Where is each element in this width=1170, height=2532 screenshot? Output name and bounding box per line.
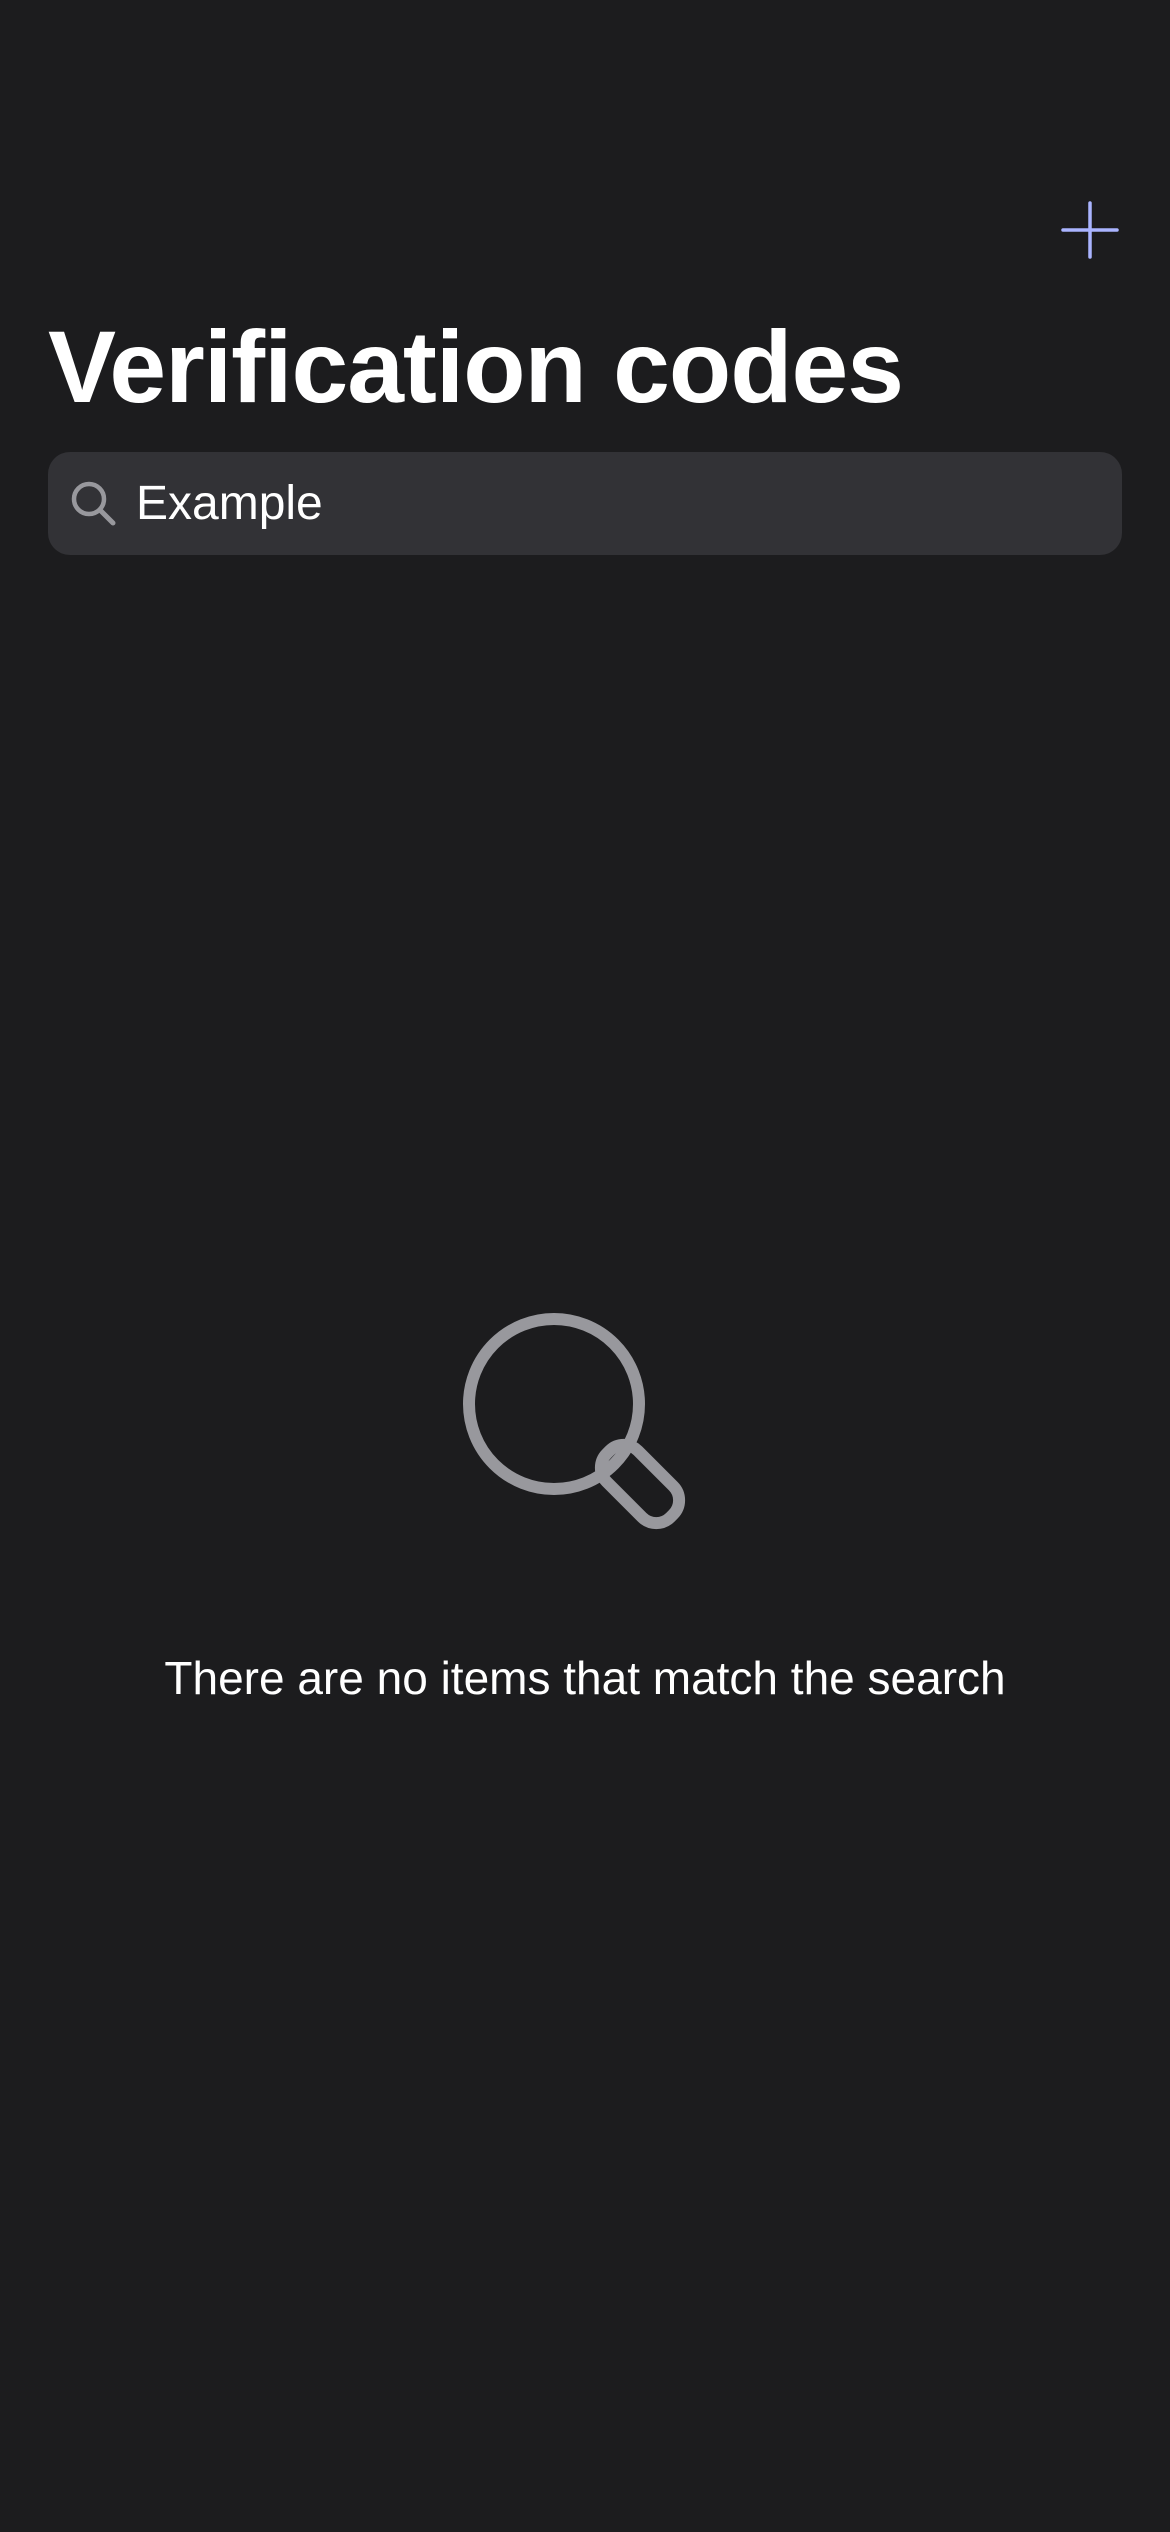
magnifying-glass-icon (463, 1313, 686, 1530)
add-button[interactable] (1052, 192, 1128, 268)
search-bar[interactable] (48, 452, 1122, 555)
page-title: Verification codes (48, 310, 904, 424)
search-input[interactable] (136, 452, 1096, 555)
search-icon (71, 481, 116, 526)
empty-state-message: There are no items that match the search (164, 1652, 1006, 1704)
plus-icon (1061, 201, 1119, 259)
